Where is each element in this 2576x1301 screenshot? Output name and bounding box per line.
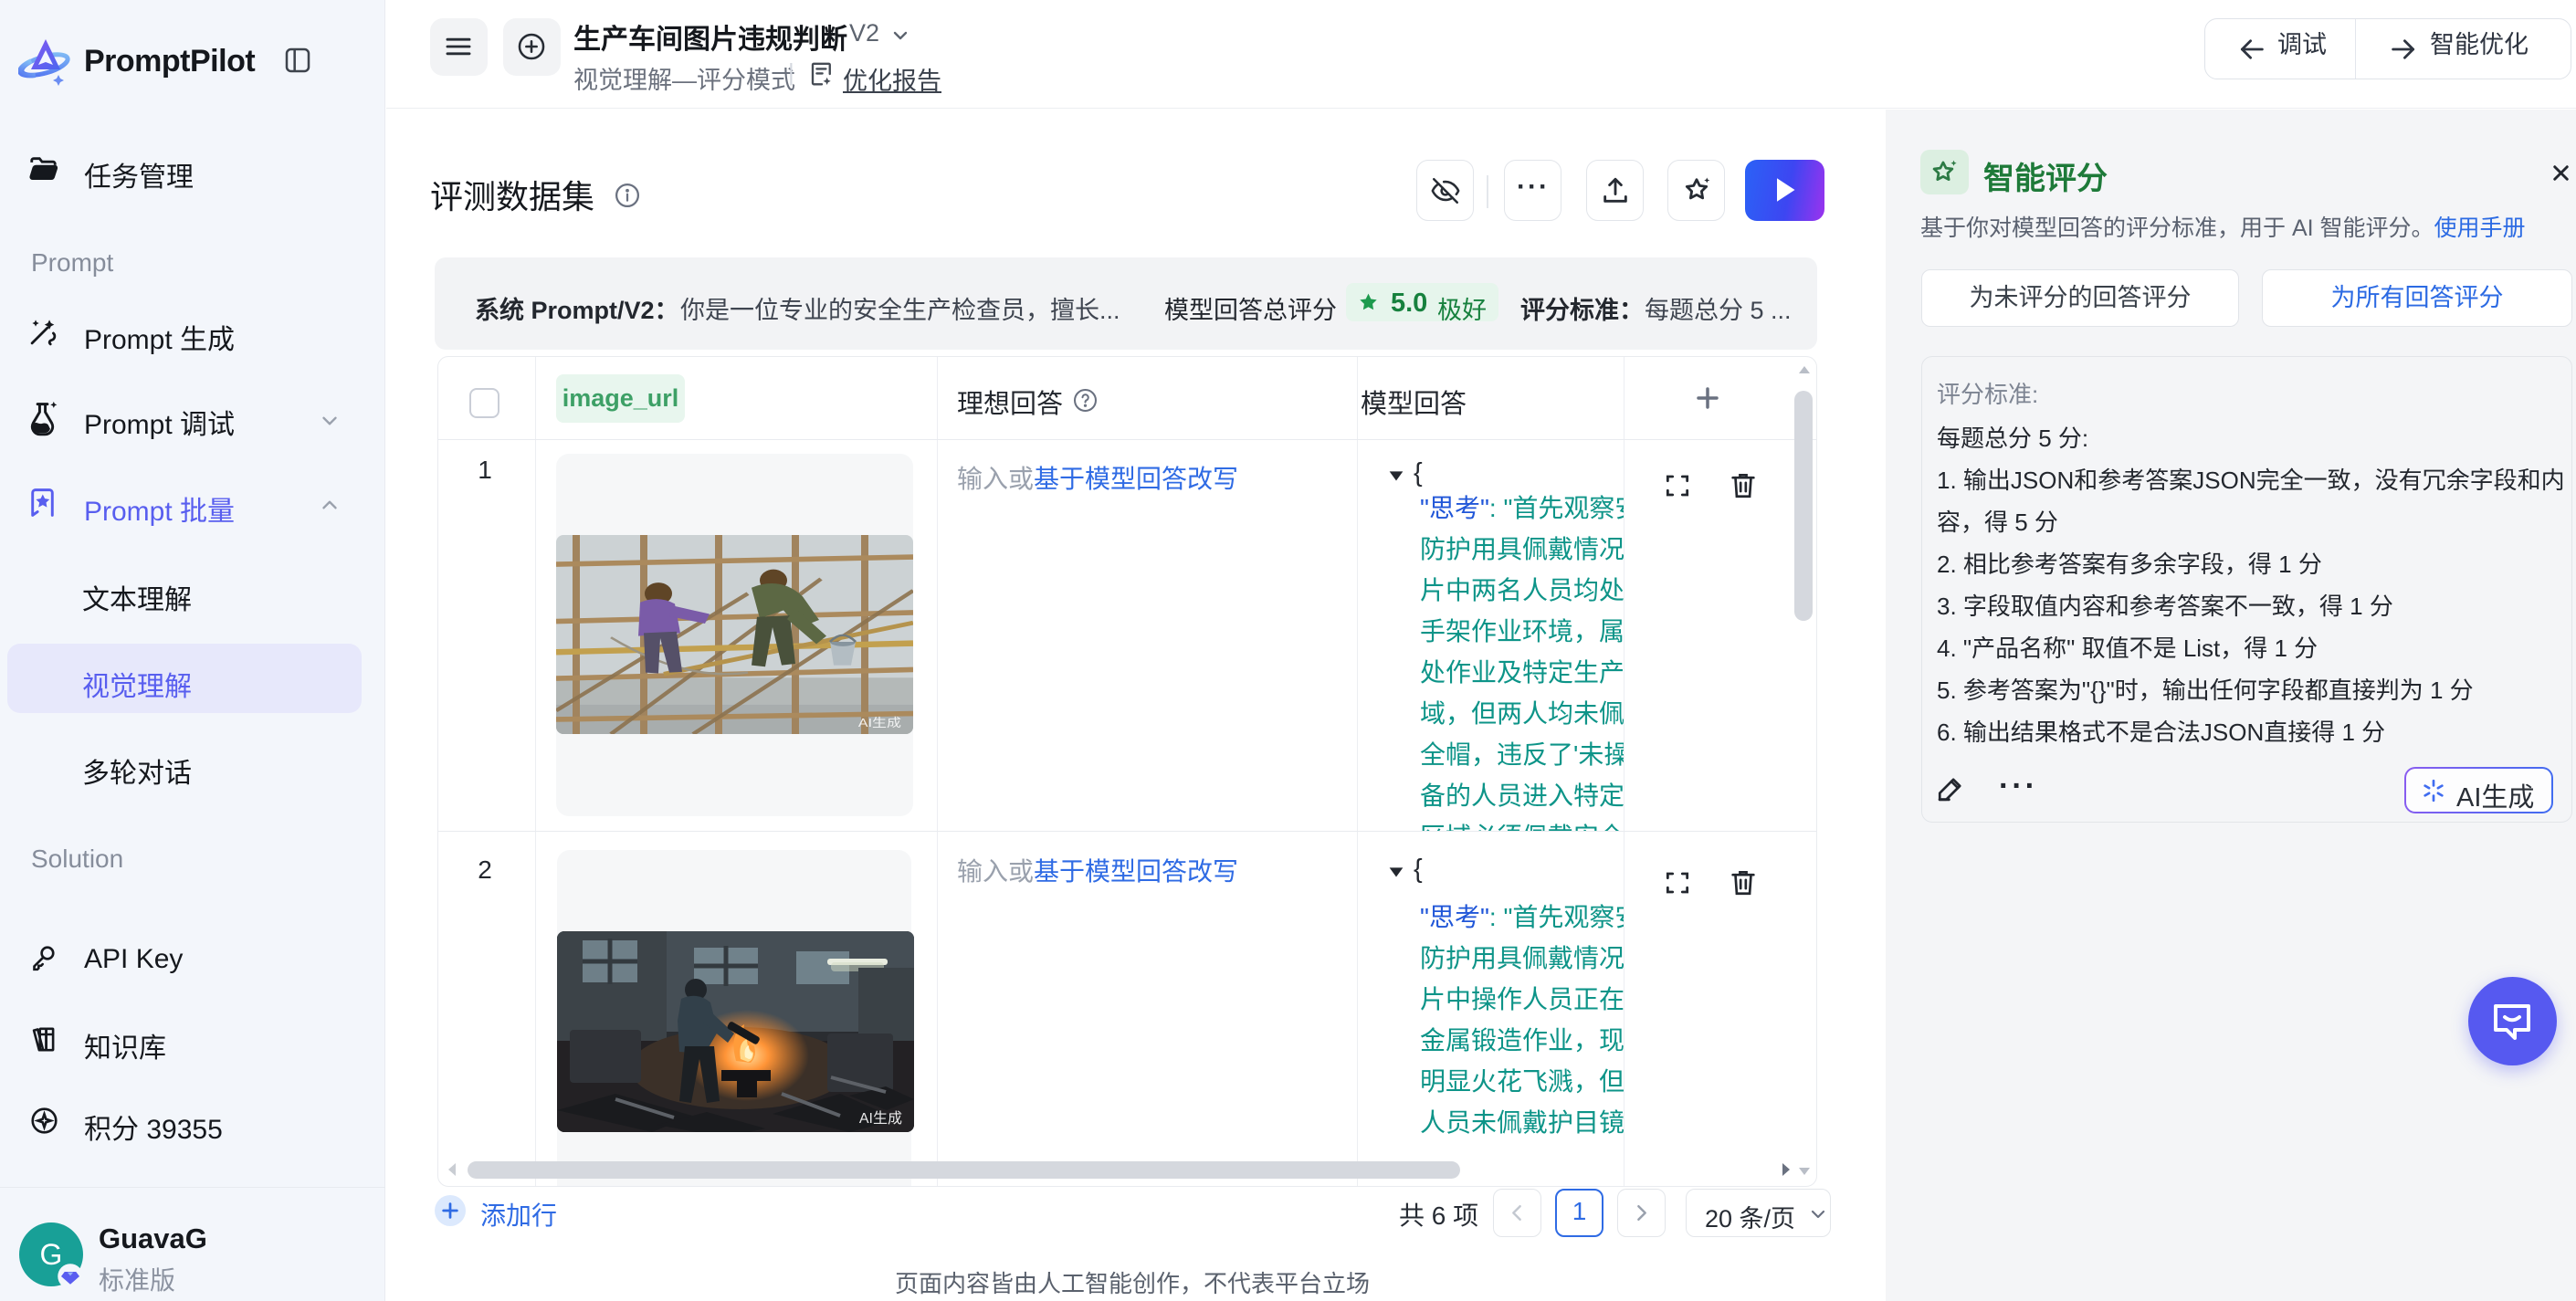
svg-text:AI生成: AI生成 [859,1110,902,1127]
svg-text:AI生成: AI生成 [858,716,901,729]
